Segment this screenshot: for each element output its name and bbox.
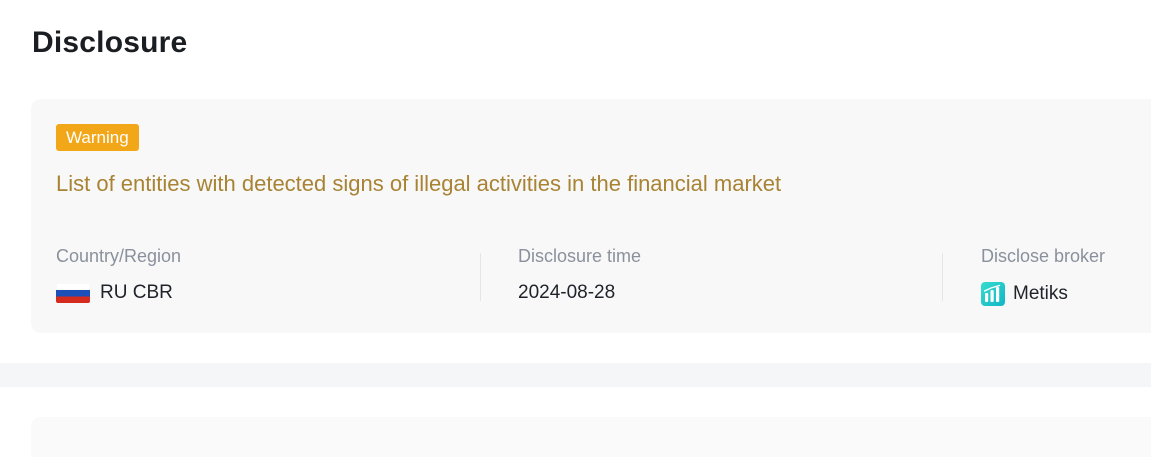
russia-flag-icon <box>56 283 90 303</box>
metiks-logo-icon <box>981 282 1005 306</box>
disclosure-card[interactable]: Warning List of entities with detected s… <box>31 99 1151 333</box>
country-region-label: Country/Region <box>56 246 182 266</box>
section-separator <box>0 363 1151 387</box>
disclosure-headline[interactable]: List of entities with detected signs of … <box>56 171 781 197</box>
country-region-field: Country/Region RU CBR <box>56 246 181 304</box>
broker-name[interactable]: Metiks <box>1013 283 1068 305</box>
disclosure-time-field: Disclosure time 2024-08-28 <box>518 246 641 304</box>
broker-link[interactable]: Metiks <box>981 282 1105 306</box>
page-title: Disclosure <box>32 26 188 59</box>
divider <box>942 253 943 301</box>
disclose-broker-field: Disclose broker Metiks <box>981 246 1105 306</box>
disclosure-time-value: 2024-08-28 <box>518 282 616 303</box>
warning-badge: Warning <box>56 124 139 151</box>
country-region-text: RU CBR <box>100 282 173 303</box>
disclose-broker-label: Disclose broker <box>981 246 1106 266</box>
divider <box>480 253 481 301</box>
disclosure-time-label: Disclosure time <box>518 246 642 266</box>
country-region-value: RU CBR <box>56 282 181 304</box>
next-disclosure-card <box>31 417 1151 457</box>
